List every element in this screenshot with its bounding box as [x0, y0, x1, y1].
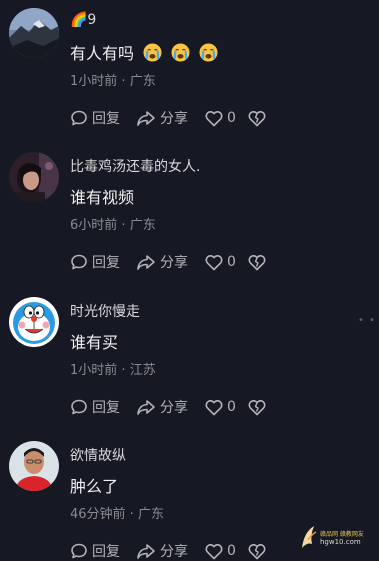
- broken-heart-icon: [248, 110, 266, 126]
- comment-username[interactable]: 时光你慢走: [70, 301, 140, 321]
- reply-button[interactable]: 回复: [70, 252, 120, 272]
- like-button[interactable]: 0: [205, 541, 236, 561]
- share-arrow-icon: [137, 111, 155, 126]
- share-button[interactable]: 分享: [136, 252, 188, 272]
- crying-face-icon: [171, 43, 190, 62]
- dislike-button[interactable]: [248, 252, 266, 272]
- reply-button[interactable]: 回复: [70, 108, 120, 128]
- comment-text-content: 谁有视频: [70, 188, 135, 207]
- comment-actions: 回复 分享 0: [70, 541, 300, 561]
- heart-icon: [205, 110, 223, 126]
- reply-label: 回复: [92, 111, 120, 127]
- comment-location: 广东: [129, 74, 156, 89]
- heart-icon: [205, 543, 223, 559]
- avatar[interactable]: [9, 297, 59, 347]
- comment-meta: 1小时前 · 江苏: [70, 359, 156, 378]
- like-button[interactable]: 0: [205, 252, 236, 272]
- share-button[interactable]: 分享: [136, 541, 188, 561]
- share-button[interactable]: 分享: [136, 108, 188, 128]
- like-count: 0: [227, 254, 236, 270]
- like-button[interactable]: 0: [205, 397, 236, 417]
- share-label: 分享: [160, 544, 188, 560]
- share-label: 分享: [160, 255, 188, 271]
- like-button[interactable]: 0: [205, 108, 236, 128]
- reply-icon: [71, 543, 87, 559]
- watermark-logo-icon: [302, 526, 317, 548]
- avatar[interactable]: [9, 152, 59, 202]
- reply-icon: [71, 399, 87, 415]
- like-count: 0: [227, 543, 236, 559]
- comment-text-content: 谁有买: [70, 333, 119, 352]
- broken-heart-icon: [248, 399, 266, 415]
- comment-text-content: 有人有吗: [70, 44, 135, 63]
- heart-icon: [205, 399, 223, 415]
- comment-actions: 回复 分享 0: [70, 252, 300, 272]
- reply-icon: [71, 110, 87, 126]
- comment-text: 谁有买: [70, 329, 118, 353]
- comment-list-page: 🌈9 有人有吗 1小时前 · 广东 回复 分享 0 比毒鸡汤还毒的女人. 谁有视…: [0, 0, 379, 561]
- reply-icon: [71, 254, 87, 270]
- like-count: 0: [227, 110, 236, 126]
- broken-heart-icon: [248, 543, 266, 559]
- avatar-doraemon-icon: [9, 297, 59, 347]
- broken-heart-icon: [248, 254, 266, 270]
- comment-text-content: 肿么了: [70, 477, 119, 496]
- share-label: 分享: [160, 400, 188, 416]
- comment-time: 46分钟前: [70, 507, 126, 522]
- dislike-button[interactable]: [248, 541, 266, 561]
- reply-button[interactable]: 回复: [70, 397, 120, 417]
- comment-text: 肿么了: [70, 473, 118, 497]
- share-arrow-icon: [137, 400, 155, 415]
- site-watermark: 赣品网 赣教网友 hgw10.com: [298, 520, 376, 554]
- avatar-mountain-sky-icon: [9, 8, 59, 58]
- avatar-dark-selfie-icon: [9, 152, 59, 202]
- comment-time: 1小时前: [70, 363, 118, 378]
- meta-separator: ·: [117, 363, 130, 378]
- comment-username[interactable]: 欲情故纵: [70, 445, 126, 465]
- comment-location: 广东: [137, 507, 164, 522]
- comment-actions: 回复 分享 0: [70, 108, 300, 128]
- watermark-line1: 赣品网 赣教网友: [320, 531, 364, 538]
- avatar-man-red-shirt-icon: [9, 441, 59, 491]
- comment-meta: 1小时前 · 广东: [70, 70, 156, 89]
- comment-meta: 46分钟前 · 广东: [70, 503, 164, 522]
- comment-actions: 回复 分享 0: [70, 397, 300, 417]
- share-arrow-icon: [137, 255, 155, 270]
- share-label: 分享: [160, 111, 188, 127]
- meta-separator: ·: [117, 218, 130, 233]
- comment-meta: 6小时前 · 广东: [70, 214, 156, 233]
- crying-face-icon: [199, 43, 218, 62]
- heart-icon: [205, 254, 223, 270]
- more-indicator[interactable]: • •: [358, 315, 376, 326]
- like-count: 0: [227, 399, 236, 415]
- avatar[interactable]: [9, 441, 59, 491]
- meta-separator: ·: [125, 507, 138, 522]
- share-arrow-icon: [137, 544, 155, 559]
- reply-label: 回复: [92, 400, 120, 416]
- reply-button[interactable]: 回复: [70, 541, 120, 561]
- reply-label: 回复: [92, 544, 120, 560]
- share-button[interactable]: 分享: [136, 397, 188, 417]
- comment-time: 6小时前: [70, 218, 118, 233]
- dislike-button[interactable]: [248, 108, 266, 128]
- reply-label: 回复: [92, 255, 120, 271]
- comment-text: 有人有吗: [70, 40, 218, 64]
- avatar[interactable]: [9, 8, 59, 58]
- comment-username[interactable]: 🌈9: [70, 12, 96, 28]
- watermark-line2: hgw10.com: [320, 538, 361, 546]
- comment-text: 谁有视频: [70, 184, 134, 208]
- comment-location: 江苏: [129, 363, 156, 378]
- meta-separator: ·: [117, 74, 130, 89]
- dislike-button[interactable]: [248, 397, 266, 417]
- comment-location: 广东: [129, 218, 156, 233]
- comment-username[interactable]: 比毒鸡汤还毒的女人.: [70, 156, 200, 176]
- comment-time: 1小时前: [70, 74, 118, 89]
- crying-face-icon: [143, 43, 162, 62]
